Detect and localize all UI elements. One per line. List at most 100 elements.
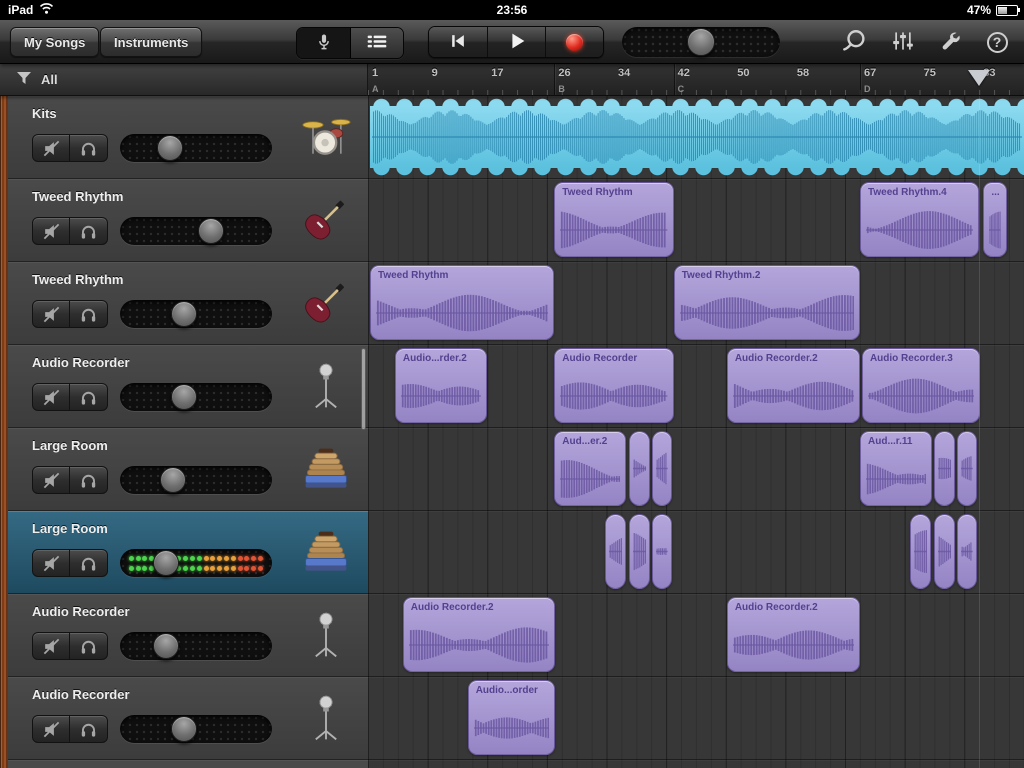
track-header-7[interactable]: Audio Recorder — [8, 594, 368, 677]
mute-button[interactable] — [32, 134, 70, 162]
meter-led — [190, 566, 195, 571]
volume-knob[interactable] — [153, 550, 179, 576]
track-header-2[interactable]: Tweed Rhythm — [8, 179, 368, 262]
audio-region[interactable] — [605, 514, 627, 589]
track-lane-6[interactable] — [368, 511, 1024, 594]
volume-slider[interactable] — [120, 217, 272, 245]
track-header-5[interactable]: Large Room — [8, 428, 368, 511]
audio-region[interactable]: Audio...rder.2 — [395, 348, 487, 423]
playhead[interactable] — [968, 70, 990, 86]
volume-knob[interactable] — [153, 633, 179, 659]
my-songs-button[interactable]: My Songs — [10, 27, 99, 57]
waveform — [656, 530, 668, 573]
audio-region[interactable]: Tweed Rhythm — [554, 182, 673, 257]
tracks-view-button[interactable] — [350, 28, 403, 58]
audio-region[interactable]: Audio Recorder — [554, 348, 673, 423]
instruments-button[interactable]: Instruments — [100, 27, 202, 57]
track-header-6[interactable]: Large Room — [8, 511, 368, 594]
meter-led — [244, 566, 249, 571]
track-lane-5[interactable]: Aud...er.2 Aud...r.11 — [368, 428, 1024, 511]
track-header-1[interactable]: Kits — [8, 96, 368, 179]
volume-knob[interactable] — [171, 301, 197, 327]
audio-region[interactable] — [652, 514, 672, 589]
solo-button[interactable] — [70, 217, 108, 245]
audio-region[interactable] — [957, 431, 977, 506]
play-button[interactable] — [487, 27, 545, 57]
region-label: Audio Recorder.2 — [404, 598, 554, 613]
audio-region[interactable]: ... — [983, 182, 1007, 257]
volume-slider[interactable] — [120, 383, 272, 411]
region-label: Aud...r.11 — [861, 432, 931, 447]
audio-region[interactable]: Audio...order — [468, 680, 555, 755]
audio-region[interactable] — [957, 514, 977, 589]
volume-slider[interactable] — [120, 715, 272, 743]
audio-region[interactable] — [934, 514, 955, 589]
record-button[interactable] — [545, 27, 603, 57]
master-volume-slider[interactable] — [622, 27, 780, 57]
track-lane-8[interactable]: Audio...order — [368, 677, 1024, 760]
audio-region[interactable]: Aud...er.2 — [554, 431, 626, 506]
track-level-meter[interactable] — [120, 549, 272, 577]
mute-button[interactable] — [32, 715, 70, 743]
audio-region[interactable]: Aud...r.11 — [860, 431, 932, 506]
mute-button[interactable] — [32, 383, 70, 411]
track-lane-2[interactable]: Tweed Rhythm Tweed Rhythm.4... — [368, 179, 1024, 262]
region-label: Tweed Rhythm.4 — [861, 183, 978, 198]
mute-button[interactable] — [32, 549, 70, 577]
track-lane-7[interactable]: Audio Recorder.2 Audio Recorder.2 — [368, 594, 1024, 677]
audio-region[interactable] — [934, 431, 955, 506]
audio-region[interactable] — [652, 431, 672, 506]
volume-slider[interactable] — [120, 134, 272, 162]
track-header-4[interactable]: Audio Recorder — [8, 345, 368, 428]
timeline-ruler[interactable]: 19172634425058677583ABCD — [368, 64, 1024, 96]
volume-slider[interactable] — [120, 632, 272, 660]
track-header-8[interactable]: Audio Recorder — [8, 677, 368, 760]
solo-button[interactable] — [70, 383, 108, 411]
track-lane-4[interactable]: Audio...rder.2 Audio Recorder Audio Record… — [368, 345, 1024, 428]
tools-button[interactable] — [934, 28, 968, 56]
loop-browser-button[interactable] — [838, 28, 872, 56]
instrument-view-button[interactable] — [297, 28, 350, 58]
volume-slider[interactable] — [120, 466, 272, 494]
volume-knob[interactable] — [198, 218, 224, 244]
audio-region[interactable]: Tweed Rhythm.4 — [860, 182, 979, 257]
track-filter-all[interactable]: All — [0, 64, 368, 96]
volume-slider[interactable] — [120, 300, 272, 328]
volume-knob[interactable] — [171, 716, 197, 742]
solo-button[interactable] — [70, 549, 108, 577]
audio-region[interactable]: Audio Recorder.2 — [403, 597, 555, 672]
master-volume-knob[interactable] — [687, 28, 715, 56]
audio-region[interactable]: Audio Recorder.2 — [727, 597, 860, 672]
play-icon — [506, 30, 528, 55]
mute-button[interactable] — [32, 217, 70, 245]
solo-button[interactable] — [70, 632, 108, 660]
solo-button[interactable] — [70, 300, 108, 328]
solo-button[interactable] — [70, 715, 108, 743]
solo-button[interactable] — [70, 466, 108, 494]
track-lane-1[interactable] — [368, 96, 1024, 179]
audio-region[interactable] — [629, 431, 650, 506]
rewind-button[interactable] — [429, 27, 487, 57]
help-button[interactable]: ? — [980, 28, 1014, 56]
audio-region[interactable] — [629, 514, 650, 589]
track-list-icon — [366, 33, 388, 53]
audio-region[interactable]: Audio Recorder.3 — [862, 348, 980, 423]
mute-button[interactable] — [32, 300, 70, 328]
volume-knob[interactable] — [157, 135, 183, 161]
mute-button[interactable] — [32, 466, 70, 494]
solo-button[interactable] — [70, 134, 108, 162]
track-lane-3[interactable]: Tweed Rhythm Tweed Rhythm.2 — [368, 262, 1024, 345]
loop-region[interactable] — [370, 98, 1024, 176]
scrollbar[interactable] — [361, 348, 366, 430]
volume-knob[interactable] — [171, 384, 197, 410]
mute-button[interactable] — [32, 632, 70, 660]
track-header-3[interactable]: Tweed Rhythm — [8, 262, 368, 345]
volume-knob[interactable] — [160, 467, 186, 493]
audio-region[interactable]: Tweed Rhythm — [370, 265, 554, 340]
audio-region[interactable] — [910, 514, 932, 589]
meter-led — [204, 556, 209, 561]
waveform — [633, 530, 646, 573]
track-settings-button[interactable] — [886, 28, 920, 56]
audio-region[interactable]: Tweed Rhythm.2 — [674, 265, 860, 340]
audio-region[interactable]: Audio Recorder.2 — [727, 348, 860, 423]
